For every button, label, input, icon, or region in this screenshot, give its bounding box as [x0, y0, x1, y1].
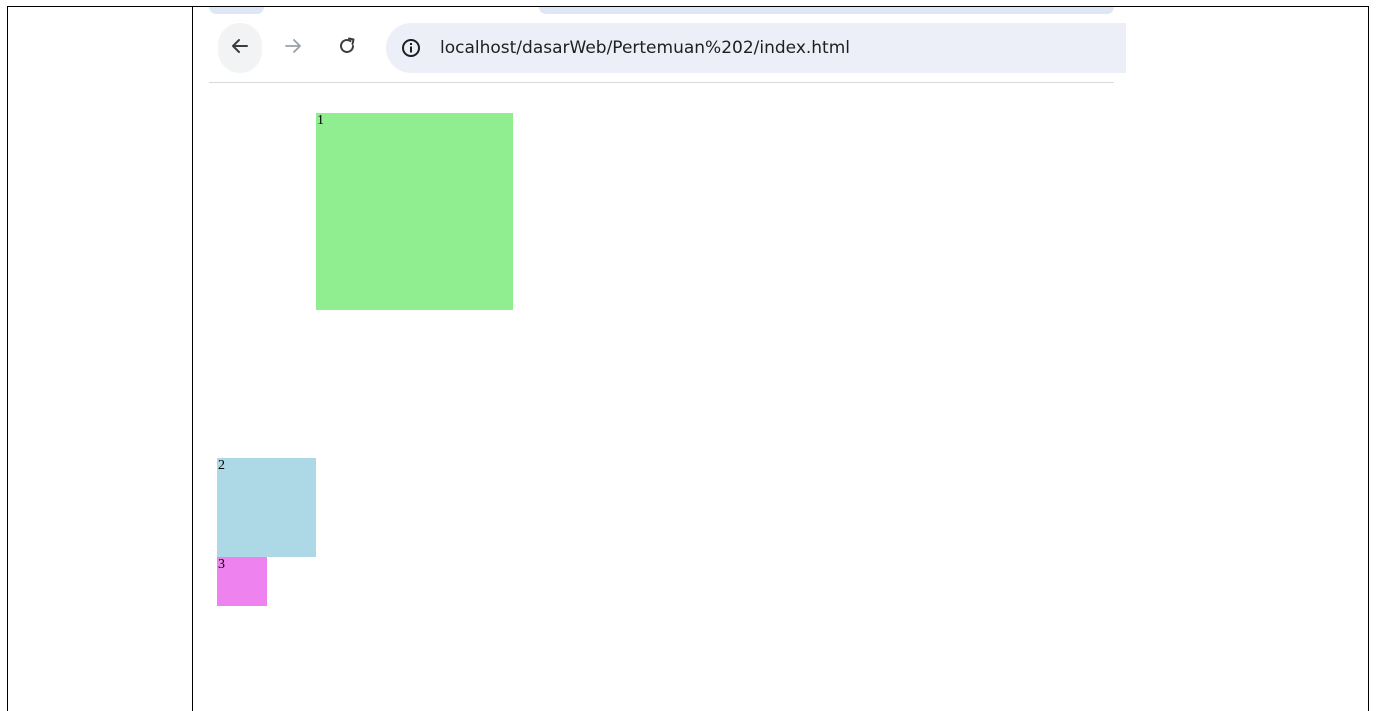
active-tab[interactable]: [539, 7, 1114, 14]
arrow-left-icon: [231, 37, 249, 60]
tab-strip: [209, 7, 264, 14]
arrow-right-icon: [284, 37, 302, 60]
reload-icon: [338, 37, 356, 60]
info-icon[interactable]: [400, 37, 422, 59]
document-frame-divider: [192, 6, 193, 711]
document-frame-right: [1368, 6, 1369, 711]
forward-button[interactable]: [271, 23, 315, 73]
violet-box: 3: [217, 557, 267, 606]
url-text[interactable]: localhost/dasarWeb/Pertemuan%202/index.h…: [440, 23, 850, 73]
toolbar-divider: [209, 82, 1114, 83]
blue-box: 2: [217, 458, 316, 557]
green-box: 1: [316, 113, 513, 310]
document-frame-left: [7, 6, 8, 711]
reload-button[interactable]: [325, 23, 369, 73]
address-bar[interactable]: localhost/dasarWeb/Pertemuan%202/index.h…: [386, 23, 1126, 73]
browser-toolbar: localhost/dasarWeb/Pertemuan%202/index.h…: [209, 7, 1126, 83]
back-button[interactable]: [218, 23, 262, 73]
